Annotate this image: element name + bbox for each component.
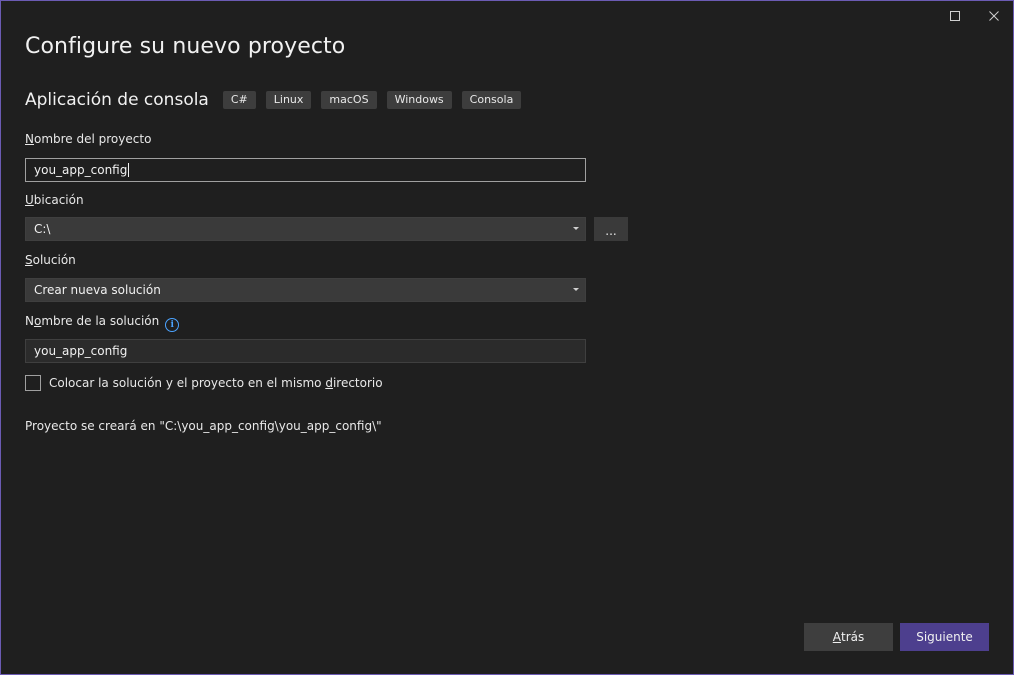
page-title: Configure su nuevo proyecto [25,34,346,59]
maximize-button[interactable] [940,5,970,27]
tag-project-type: Consola [461,91,522,109]
next-button[interactable]: Siguiente [900,623,989,651]
tag-language: C# [222,91,256,109]
same-directory-checkbox[interactable] [25,375,41,391]
tag-platform-macos: macOS [321,91,377,109]
chevron-down-icon[interactable] [573,227,579,230]
browse-location-button[interactable]: ... [594,217,628,241]
close-button[interactable] [979,5,1009,27]
tag-platform-linux: Linux [265,91,312,109]
same-directory-option[interactable]: Colocar la solución y el proyecto en el … [25,375,383,391]
solution-name-label: Nombre de la solución i [25,314,180,332]
same-directory-label: Colocar la solución y el proyecto en el … [49,376,383,390]
location-label: Ubicación [25,193,84,207]
template-name: Aplicación de consola [25,90,209,110]
maximize-icon [950,11,960,21]
solution-select[interactable]: Crear nueva solución [25,278,586,302]
location-combobox[interactable]: C:\ [25,217,586,241]
solution-label: Solución [25,253,76,267]
text-caret [128,163,130,177]
project-path-info: Proyecto se creará en "C:\you_app_config… [25,419,382,433]
template-header: Aplicación de consola C# Linux macOS Win… [25,88,531,112]
solution-name-input[interactable]: you_app_config [25,339,586,363]
back-button[interactable]: Atrás [804,623,893,651]
tag-platform-windows: Windows [386,91,452,109]
chevron-down-icon [573,288,579,291]
dialog-window: Configure su nuevo proyecto Aplicación d… [0,0,1014,675]
project-name-input[interactable]: you_app_config [25,158,586,182]
project-name-label: Nombre del proyecto [25,132,152,146]
close-icon [989,11,999,21]
info-icon[interactable]: i [165,318,180,332]
